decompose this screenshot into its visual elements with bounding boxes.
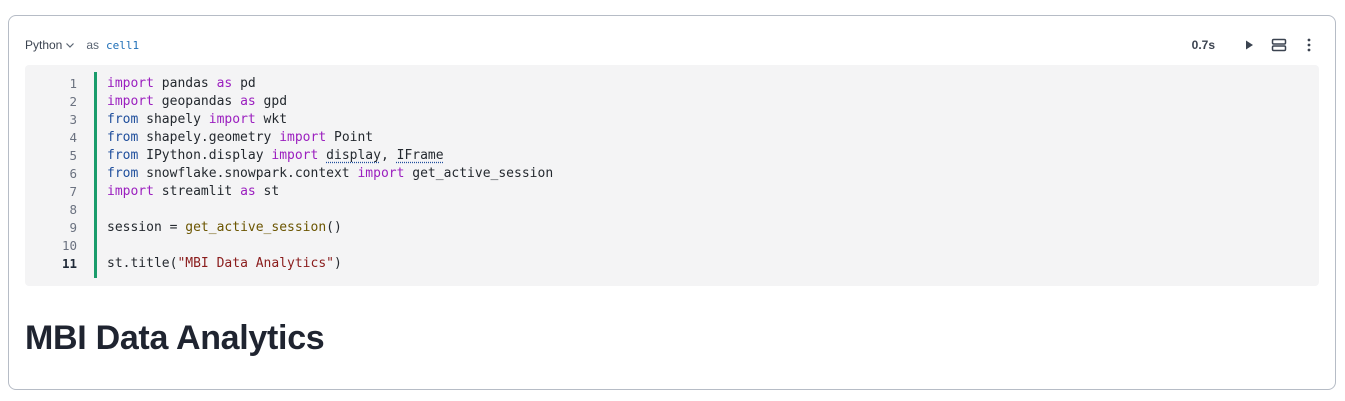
code-line[interactable]: from shapely import wkt bbox=[107, 111, 1307, 129]
code-token: from bbox=[107, 166, 139, 181]
more-options-button[interactable] bbox=[1299, 35, 1319, 55]
cell-active-indicator bbox=[94, 72, 97, 278]
line-number: 8 bbox=[69, 202, 77, 217]
code-token: import bbox=[107, 94, 154, 109]
notebook-cell[interactable]: Python as cell1 0.7s 1 2 3 4 5 6 7 8 9 10 11 impor… bbox=[8, 15, 1336, 390]
code-token: import bbox=[107, 184, 154, 199]
code-line[interactable]: ​ bbox=[107, 201, 1307, 219]
line-number: 10 bbox=[61, 238, 77, 253]
code-line[interactable]: session = get_active_session() bbox=[107, 219, 1307, 237]
code-content[interactable]: import pandas as pd import geopandas as g… bbox=[107, 75, 1307, 273]
code-line[interactable]: import streamlit as st bbox=[107, 183, 1307, 201]
code-token: IFrame bbox=[396, 148, 444, 163]
line-number: 2 bbox=[69, 94, 77, 109]
code-line[interactable]: from shapely.geometry import Point bbox=[107, 129, 1307, 147]
code-token: gpd bbox=[255, 94, 288, 109]
cell-name[interactable]: cell1 bbox=[106, 39, 139, 52]
line-number: 4 bbox=[69, 130, 77, 145]
code-token: , bbox=[380, 148, 397, 163]
code-token: from bbox=[107, 112, 139, 127]
code-token: import bbox=[279, 130, 327, 145]
code-token: shapely.geometry bbox=[138, 130, 280, 145]
code-line[interactable]: from snowflake.snowpark.context import g… bbox=[107, 165, 1307, 183]
code-editor[interactable]: 1 2 3 4 5 6 7 8 9 10 11 import pandas as pd import … bbox=[25, 65, 1319, 286]
code-line[interactable]: from IPython.display import display, IFr… bbox=[107, 147, 1307, 165]
code-token: pandas bbox=[153, 76, 217, 91]
code-token: Point bbox=[326, 130, 374, 145]
code-token: get_active_session bbox=[404, 166, 554, 181]
code-token: as bbox=[240, 184, 256, 199]
code-token: streamlit bbox=[153, 184, 241, 199]
as-label: as bbox=[86, 38, 100, 52]
code-token: get_active_session bbox=[185, 220, 327, 235]
cell-header: Python as cell1 0.7s bbox=[25, 36, 1319, 54]
run-cell-button[interactable] bbox=[1239, 35, 1259, 55]
line-number: 5 bbox=[69, 148, 77, 163]
code-token: import bbox=[271, 148, 319, 163]
code-token: () bbox=[326, 220, 342, 235]
output-title: MBI Data Analytics bbox=[25, 319, 325, 357]
more-vertical-icon bbox=[1307, 38, 1311, 52]
code-token: from bbox=[107, 130, 139, 145]
code-token: snowflake.snowpark.context bbox=[138, 166, 358, 181]
code-token: session = bbox=[107, 220, 186, 235]
code-token: geopandas bbox=[153, 94, 241, 109]
line-number-gutter: 1 2 3 4 5 6 7 8 9 10 11 bbox=[25, 75, 77, 273]
code-line[interactable]: ​ bbox=[107, 237, 1307, 255]
chevron-down-icon bbox=[66, 43, 75, 48]
code-token: as bbox=[240, 94, 256, 109]
code-token: from bbox=[107, 148, 139, 163]
code-token: import bbox=[208, 112, 256, 127]
code-token: "MBI Data Analytics" bbox=[177, 256, 334, 271]
code-token: IPython.display bbox=[138, 148, 272, 163]
language-selector[interactable]: Python bbox=[25, 38, 75, 52]
code-token: wkt bbox=[255, 112, 288, 127]
play-icon bbox=[1246, 40, 1253, 50]
code-token: st.title( bbox=[107, 256, 178, 271]
code-line[interactable]: st.title("MBI Data Analytics") bbox=[107, 255, 1307, 273]
line-number: 11 bbox=[61, 256, 77, 271]
code-token: import bbox=[107, 76, 154, 91]
line-number: 9 bbox=[69, 220, 77, 235]
line-number: 7 bbox=[69, 184, 77, 199]
code-token: as bbox=[216, 76, 233, 91]
line-number: 1 bbox=[69, 76, 77, 91]
line-number: 3 bbox=[69, 112, 77, 127]
code-token: import bbox=[357, 166, 405, 181]
language-label: Python bbox=[25, 38, 63, 52]
split-icon bbox=[1271, 38, 1287, 52]
code-token: pd bbox=[232, 76, 256, 91]
code-token: ) bbox=[334, 256, 342, 271]
code-token: shapely bbox=[138, 112, 209, 127]
line-number: 6 bbox=[69, 166, 77, 181]
code-token: st bbox=[255, 184, 280, 199]
layout-toggle-button[interactable] bbox=[1269, 35, 1289, 55]
execution-time: 0.7s bbox=[1191, 38, 1215, 52]
code-token: display bbox=[326, 148, 381, 163]
code-line[interactable]: import geopandas as gpd bbox=[107, 93, 1307, 111]
code-line[interactable]: import pandas as pd bbox=[107, 75, 1307, 93]
